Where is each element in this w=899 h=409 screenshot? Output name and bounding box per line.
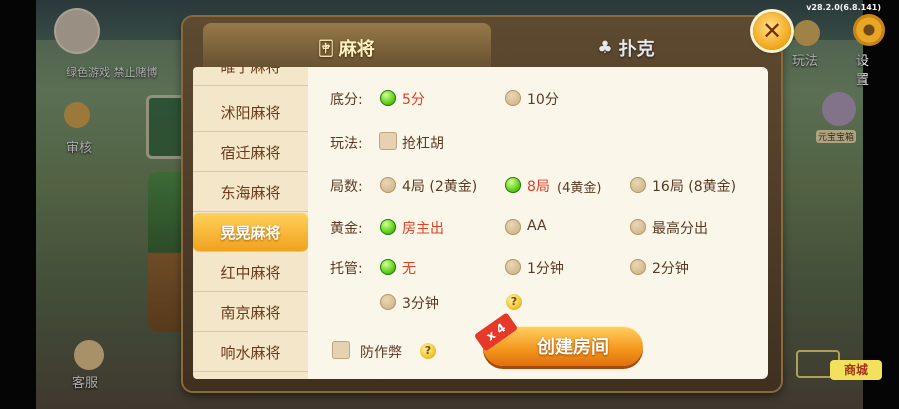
tab-poker[interactable]: ♣ 扑克	[491, 23, 761, 73]
close-icon: ✕	[761, 17, 783, 45]
list-item-suqian[interactable]: 宿迁麻将	[193, 133, 308, 172]
shop-label[interactable]: 商城	[830, 360, 882, 380]
list-item-hongzhong[interactable]: 红中麻将	[193, 253, 308, 292]
create-room-label: 创建房间	[537, 337, 609, 358]
list-item-huanghuang[interactable]: 晃晃麻将	[193, 213, 308, 252]
trustee-label: 托管:	[330, 261, 363, 277]
radio-1-minute[interactable]	[505, 259, 521, 275]
radio-16-rounds[interactable]	[630, 177, 646, 193]
screen: 绿色游戏 禁止赌博 102009 审核 客服 代理 邮件 玩法 设置 元宝宝箱 …	[0, 0, 899, 409]
option-2-minutes[interactable]: 2分钟	[652, 258, 689, 278]
gold-label: 黄金:	[330, 221, 363, 237]
mahjong-variant-list[interactable]: 睢宁麻将 沭阳麻将 宿迁麻将 东海麻将 晃晃麻将 红中麻将 南京麻将 响水麻将	[193, 67, 308, 379]
radio-5-points[interactable]	[380, 90, 396, 106]
tab-mahjong-label: 麻将	[338, 39, 375, 60]
radio-8-rounds[interactable]	[505, 177, 521, 193]
option-4-rounds[interactable]: 4局 (2黄金)	[402, 176, 477, 196]
option-highest-pays[interactable]: 最高分出	[652, 218, 708, 238]
option-16-rounds[interactable]: 16局 (8黄金)	[652, 176, 736, 196]
list-item-nanjing[interactable]: 南京麻将	[193, 293, 308, 332]
radio-highest-pays[interactable]	[630, 219, 646, 235]
base-score-label: 底分:	[330, 92, 363, 108]
anti-cheat-label[interactable]: 防作弊	[360, 342, 402, 362]
tab-poker-label: 扑克	[618, 39, 655, 60]
club-suit-icon: ♣	[597, 38, 613, 58]
radio-host-pays[interactable]	[380, 219, 396, 235]
option-5-points[interactable]: 5分	[402, 89, 425, 109]
left-letterbox	[0, 0, 36, 409]
option-8-rounds[interactable]: 8局	[527, 176, 550, 196]
radio-4-rounds[interactable]	[380, 177, 396, 193]
mahjong-tile-icon: 🀄︎	[319, 38, 333, 58]
list-item-suining[interactable]: 睢宁麻将	[193, 67, 308, 86]
list-item-donghai[interactable]: 东海麻将	[193, 173, 308, 212]
radio-no-trustee[interactable]	[380, 259, 396, 275]
radio-aa[interactable]	[505, 219, 521, 235]
version-label: v28.2.0(6.8.141)	[806, 3, 881, 12]
option-3-minutes[interactable]: 3分钟	[402, 293, 439, 313]
rounds-label: 局数:	[330, 179, 363, 195]
play-mode-label: 玩法:	[330, 136, 363, 152]
list-item-shuyang[interactable]: 沭阳麻将	[193, 93, 308, 132]
radio-2-minutes[interactable]	[630, 259, 646, 275]
trustee-help-icon[interactable]: ?	[506, 294, 522, 310]
checkbox-anti-cheat[interactable]	[332, 341, 350, 359]
anti-cheat-help-icon[interactable]: ?	[420, 343, 436, 359]
option-10-points[interactable]: 10分	[527, 89, 559, 109]
game-type-tabs: 🀄︎ 麻将 ♣ 扑克	[193, 23, 771, 73]
radio-10-points[interactable]	[505, 90, 521, 106]
tab-mahjong[interactable]: 🀄︎ 麻将	[203, 23, 491, 73]
option-1-minute[interactable]: 1分钟	[527, 258, 564, 278]
option-8-rounds-cost: (4黄金)	[557, 181, 602, 196]
option-no-trustee[interactable]: 无	[402, 258, 416, 278]
list-item-xiangshui[interactable]: 响水麻将	[193, 333, 308, 372]
radio-3-minutes[interactable]	[380, 294, 396, 310]
gear-icon[interactable]	[856, 17, 882, 43]
close-button[interactable]: ✕	[753, 12, 791, 50]
option-rob-kong[interactable]: 抢杠胡	[402, 133, 444, 153]
checkbox-rob-kong[interactable]	[379, 132, 397, 150]
option-aa[interactable]: AA	[527, 218, 547, 234]
option-host-pays[interactable]: 房主出	[402, 218, 444, 238]
